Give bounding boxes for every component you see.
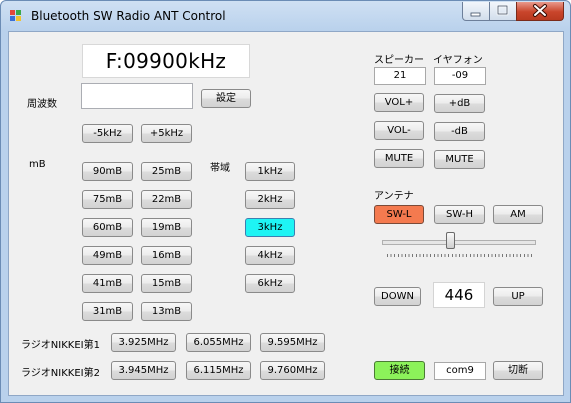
earphone-gain-value: -09 (434, 67, 486, 85)
antenna-am-button[interactable]: AM (493, 205, 543, 224)
band-25mb-button[interactable]: 25mB (141, 162, 192, 181)
frequency-input[interactable] (81, 83, 193, 109)
minimize-icon (470, 12, 481, 17)
step-minus-5khz-button[interactable]: -5kHz (82, 124, 133, 143)
connect-button[interactable]: 接続 (374, 361, 425, 380)
frequency-label: 周波数 (27, 99, 57, 110)
antenna-sw-h-button[interactable]: SW-H (434, 205, 485, 224)
band-31mb-button[interactable]: 31mB (82, 302, 133, 321)
tune-up-button[interactable]: UP (493, 287, 543, 306)
tune-down-button[interactable]: DOWN (374, 287, 421, 306)
earphone-db-up-button[interactable]: +dB (434, 94, 485, 113)
window-title: Bluetooth SW Radio ANT Control (31, 9, 226, 23)
bandwidth-2khz-button[interactable]: 2kHz (245, 190, 295, 209)
com-port-field[interactable]: com9 (434, 362, 486, 380)
station-nikkei2-freq-1-button[interactable]: 3.945MHz (111, 361, 176, 380)
volume-down-button[interactable]: VOL- (374, 121, 424, 140)
bandwidth-4khz-button[interactable]: 4kHz (245, 246, 295, 265)
close-button[interactable] (516, 2, 564, 21)
title-bar[interactable]: Bluetooth SW Radio ANT Control (1, 1, 570, 31)
disconnect-button[interactable]: 切断 (493, 361, 543, 380)
band-16mb-button[interactable]: 16mB (141, 246, 192, 265)
maximize-icon (496, 4, 509, 16)
band-90mb-button[interactable]: 90mB (82, 162, 133, 181)
antenna-slider-thumb[interactable] (446, 232, 456, 249)
antenna-sw-l-button[interactable]: SW-L (374, 205, 424, 224)
band-19mb-button[interactable]: 19mB (141, 218, 192, 237)
bandwidth-6khz-button[interactable]: 6kHz (245, 274, 295, 293)
band-60mb-button[interactable]: 60mB (82, 218, 133, 237)
station-nikkei2-freq-3-button[interactable]: 9.760MHz (260, 361, 325, 380)
bandwidth-1khz-button[interactable]: 1kHz (245, 162, 295, 181)
step-plus-5khz-button[interactable]: +5kHz (141, 124, 192, 143)
band-49mb-button[interactable]: 49mB (82, 246, 133, 265)
client-area: F:09900kHz 周波数 設定 -5kHz +5kHz mB 90mB 75… (8, 31, 564, 396)
app-icon (10, 10, 24, 22)
band-22mb-button[interactable]: 22mB (141, 190, 192, 209)
speaker-mute-button[interactable]: MUTE (374, 149, 424, 168)
band-15mb-button[interactable]: 15mB (141, 274, 192, 293)
station-nikkei1-freq-3-button[interactable]: 9.595MHz (260, 333, 325, 352)
station-nikkei2-freq-2-button[interactable]: 6.115MHz (186, 361, 251, 380)
maximize-button[interactable] (489, 2, 517, 21)
bandwidth-label: 帯域 (210, 163, 230, 174)
bandwidth-3khz-button[interactable]: 3kHz (245, 218, 295, 237)
speaker-label: スピーカー (374, 55, 424, 66)
volume-up-button[interactable]: VOL+ (374, 93, 424, 112)
band-13mb-button[interactable]: 13mB (141, 302, 192, 321)
station-nikkei1-freq-2-button[interactable]: 6.055MHz (186, 333, 251, 352)
antenna-label: アンテナ (374, 191, 414, 202)
earphone-label: イヤフォン (433, 55, 483, 66)
station-label-nikkei1: ラジオNIKKEI第1 (21, 340, 100, 351)
band-41mb-button[interactable]: 41mB (82, 274, 133, 293)
station-label-nikkei2: ラジオNIKKEI第2 (21, 368, 100, 379)
minimize-button[interactable] (462, 2, 490, 21)
station-nikkei1-freq-1-button[interactable]: 3.925MHz (111, 333, 176, 352)
set-frequency-button[interactable]: 設定 (201, 89, 251, 108)
antenna-slider-ticks (387, 254, 533, 257)
earphone-db-down-button[interactable]: -dB (434, 122, 485, 141)
meter-band-label: mB (29, 159, 46, 170)
app-window: Bluetooth SW Radio ANT Control F:09900kH… (0, 0, 571, 403)
antenna-slider-track[interactable] (382, 240, 536, 245)
frequency-display: F:09900kHz (82, 44, 250, 78)
tune-value-display: 446 (433, 282, 485, 308)
close-icon (533, 4, 547, 17)
speaker-volume-value: 21 (374, 67, 426, 85)
earphone-mute-button[interactable]: MUTE (434, 150, 485, 169)
band-75mb-button[interactable]: 75mB (82, 190, 133, 209)
